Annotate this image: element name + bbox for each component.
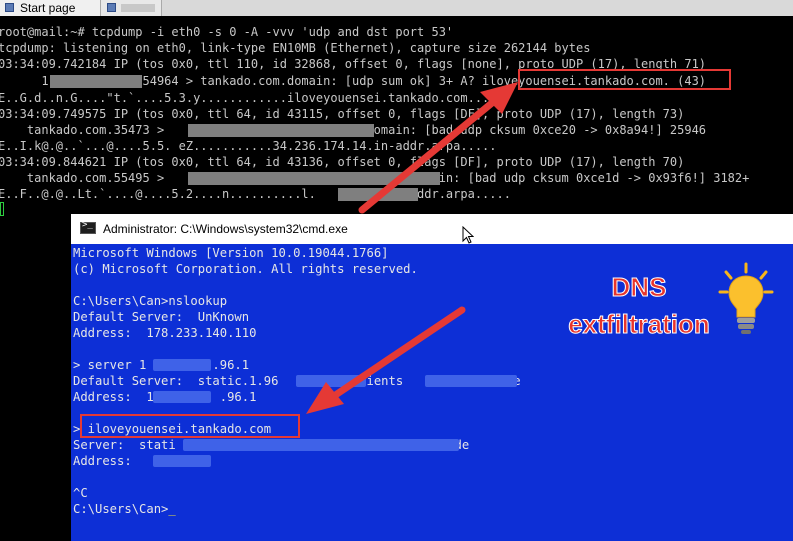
cmd-window[interactable]: Administrator: C:\Windows\system32\cmd.e… [71, 214, 793, 541]
tab-label: Start page [20, 1, 76, 15]
console-line: Default Server: UnKnown [73, 310, 250, 324]
cmd-icon [80, 220, 96, 234]
mouse-pointer-icon [462, 226, 474, 244]
terminal-line: E..G.d..n.G...."t.`....5.3.y............… [0, 91, 504, 105]
tab-start-page[interactable]: Start page [0, 0, 101, 16]
redaction [188, 172, 440, 185]
terminal-line: E..I.k@.@..`...@....5.5. eZ...........34… [0, 139, 497, 153]
redaction [188, 124, 374, 137]
text-cursor: _ [168, 502, 176, 516]
redaction [183, 439, 459, 451]
highlight-box-cmd-query [80, 414, 300, 438]
redaction [153, 359, 211, 371]
console-line: Address: [73, 454, 132, 468]
prompt-text: C:\Users\Can> [73, 502, 169, 516]
terminal-icon [107, 3, 116, 12]
console-line: (c) Microsoft Corporation. All rights re… [73, 262, 418, 276]
console-line: Address: 178.233.140.110 [73, 326, 257, 340]
terminal-line: E..F..@.@..Lt.`....@....5.2....n........… [0, 187, 511, 201]
annotation-subtitle: extfiltration [568, 309, 711, 340]
linux-terminal[interactable]: root@mail:~# tcpdump -i eth0 -s 0 -A -vv… [0, 16, 793, 216]
redacted-tab-label [121, 4, 155, 12]
redaction [338, 188, 418, 201]
page-icon [5, 3, 14, 12]
redaction [425, 375, 517, 387]
cmd-titlebar[interactable]: Administrator: C:\Windows\system32\cmd.e… [71, 214, 793, 244]
console-line: C:\Users\Can>nslookup [73, 294, 228, 308]
redaction [153, 455, 211, 467]
terminal-line: tcpdump: listening on eth0, link-type EN… [0, 41, 591, 55]
redaction [296, 375, 366, 387]
cmd-title: Administrator: C:\Windows\system32\cmd.e… [103, 222, 348, 236]
light-bulb-icon [718, 262, 774, 334]
tab-strip: Start page [0, 0, 793, 16]
tab-terminal[interactable] [101, 0, 162, 16]
console-line: C:\Users\Can>_ [73, 501, 176, 517]
console-line: Microsoft Windows [Version 10.0.19044.17… [73, 246, 389, 260]
annotation-title: DNS [611, 272, 667, 303]
redaction [50, 75, 142, 88]
console-line: ^C [73, 486, 88, 500]
redaction [153, 391, 211, 403]
terminal-line: root@mail:~# tcpdump -i eth0 -s 0 -A -vv… [0, 25, 454, 39]
terminal-line: 03:34:09.749575 IP (tos 0x0, ttl 64, id … [0, 107, 685, 121]
highlight-box-linux-query [518, 69, 731, 90]
terminal-line: 03:34:09.844621 IP (tos 0x0, ttl 64, id … [0, 155, 685, 169]
terminal-cursor [0, 202, 4, 216]
